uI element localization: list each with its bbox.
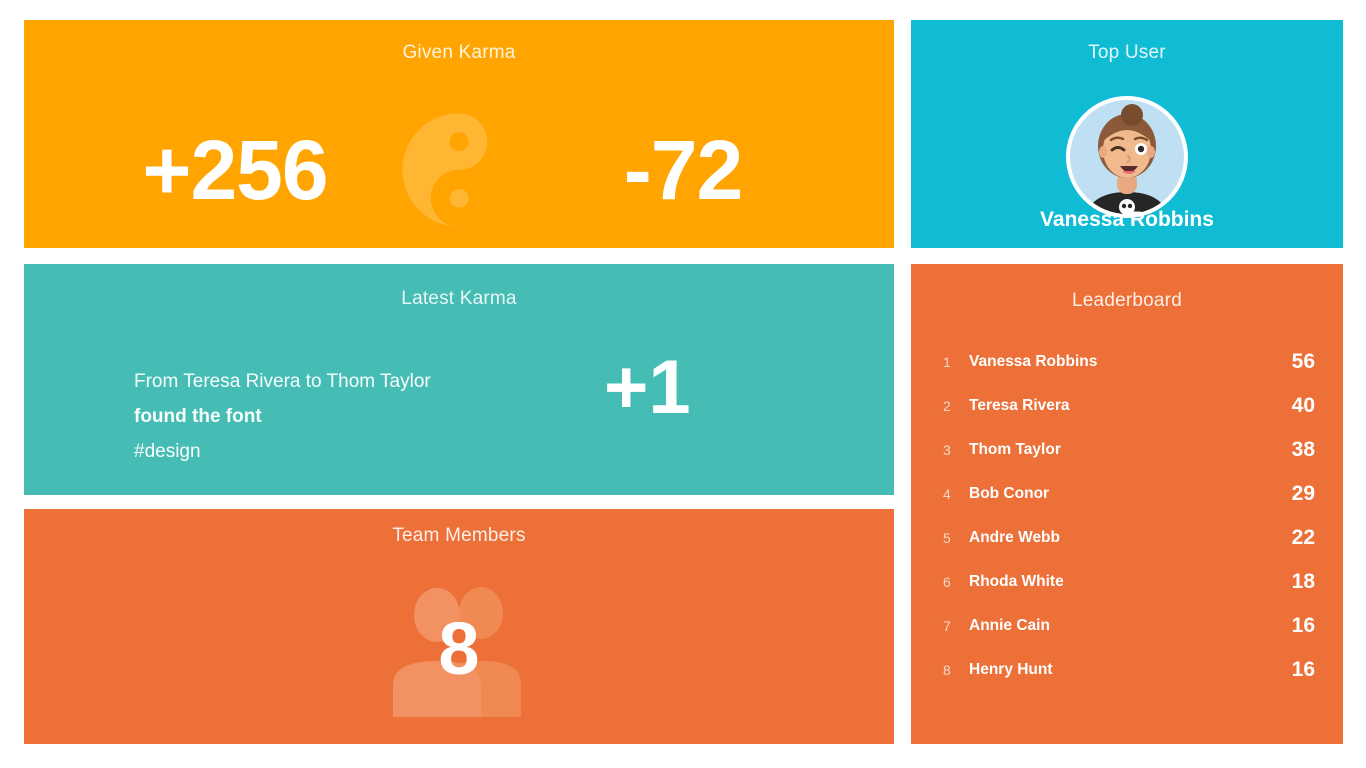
- leaderboard-name: Rhoda White: [969, 573, 1064, 590]
- team-members-card: Team Members 8: [24, 509, 894, 744]
- leaderboard-rank: 3: [943, 442, 951, 458]
- leaderboard-list: 1 Vanessa Robbins 56 2 Teresa Rivera 40 …: [943, 340, 1315, 692]
- given-karma-title: Given Karma: [402, 42, 516, 63]
- top-user-title: Top User: [1088, 42, 1166, 63]
- leaderboard-row[interactable]: 6 Rhoda White 18: [943, 560, 1315, 604]
- leaderboard-row[interactable]: 5 Andre Webb 22: [943, 516, 1315, 560]
- leaderboard-name: Teresa Rivera: [969, 397, 1070, 414]
- leaderboard-rank: 1: [943, 354, 951, 370]
- given-karma-positive: +256: [142, 123, 328, 217]
- leaderboard-name: Annie Cain: [969, 617, 1050, 634]
- leaderboard-score: 18: [1291, 570, 1315, 593]
- leaderboard-name: Bob Conor: [969, 485, 1050, 502]
- given-karma-values: +256 -72: [24, 108, 894, 232]
- leaderboard-name: Thom Taylor: [969, 441, 1061, 458]
- latest-karma-message: found the font: [134, 406, 262, 427]
- team-members-count: 8: [438, 607, 480, 690]
- leaderboard-row[interactable]: 2 Teresa Rivera 40: [943, 384, 1315, 428]
- leaderboard-title: Leaderboard: [1072, 290, 1182, 311]
- leaderboard-rank: 5: [943, 530, 951, 546]
- leaderboard-score: 16: [1291, 614, 1315, 637]
- leaderboard-rank: 4: [943, 486, 951, 502]
- leaderboard-row[interactable]: 7 Annie Cain 16: [943, 604, 1315, 648]
- given-karma-negative: -72: [623, 123, 743, 217]
- latest-karma-card: Latest Karma From Teresa Rivera to Thom …: [24, 264, 894, 495]
- karma-dashboard: Given Karma +256 -72 Top User Vanessa Ro…: [0, 0, 1366, 768]
- avatar: [1064, 94, 1190, 220]
- given-karma-card: Given Karma +256 -72: [24, 20, 894, 248]
- top-user-name: Vanessa Robbins: [1040, 208, 1214, 231]
- leaderboard-name: Andre Webb: [969, 529, 1060, 546]
- leaderboard-row[interactable]: 4 Bob Conor 29: [943, 472, 1315, 516]
- team-members-title: Team Members: [392, 525, 526, 546]
- latest-karma-body: From Teresa Rivera to Thom Taylor found …: [24, 346, 894, 495]
- latest-karma-score: +1: [604, 345, 691, 430]
- leaderboard-score: 29: [1291, 482, 1315, 505]
- leaderboard-rank: 2: [943, 398, 951, 414]
- leaderboard-rank: 8: [943, 662, 951, 678]
- leaderboard-row[interactable]: 1 Vanessa Robbins 56: [943, 340, 1315, 384]
- leaderboard-card: Leaderboard 1 Vanessa Robbins 56 2 Teres…: [911, 264, 1343, 744]
- leaderboard-row[interactable]: 8 Henry Hunt 16: [943, 648, 1315, 692]
- latest-karma-title: Latest Karma: [401, 288, 517, 309]
- latest-karma-from-to: From Teresa Rivera to Thom Taylor: [134, 371, 431, 392]
- yin-yang-icon: [400, 111, 518, 229]
- leaderboard-score: 56: [1291, 350, 1315, 373]
- leaderboard-name: Vanessa Robbins: [969, 353, 1098, 370]
- leaderboard-row[interactable]: 3 Thom Taylor 38: [943, 428, 1315, 472]
- leaderboard-rank: 7: [943, 618, 951, 634]
- leaderboard-score: 22: [1291, 526, 1315, 549]
- leaderboard-rank: 6: [943, 574, 951, 590]
- leaderboard-score: 40: [1291, 394, 1315, 417]
- latest-karma-tag: #design: [134, 441, 201, 462]
- leaderboard-score: 38: [1291, 438, 1315, 461]
- latest-karma-text: From Teresa Rivera to Thom Taylor found …: [134, 364, 564, 469]
- top-user-card: Top User Vanessa Robbins: [911, 20, 1343, 248]
- leaderboard-name: Henry Hunt: [969, 661, 1053, 678]
- leaderboard-score: 16: [1291, 658, 1315, 681]
